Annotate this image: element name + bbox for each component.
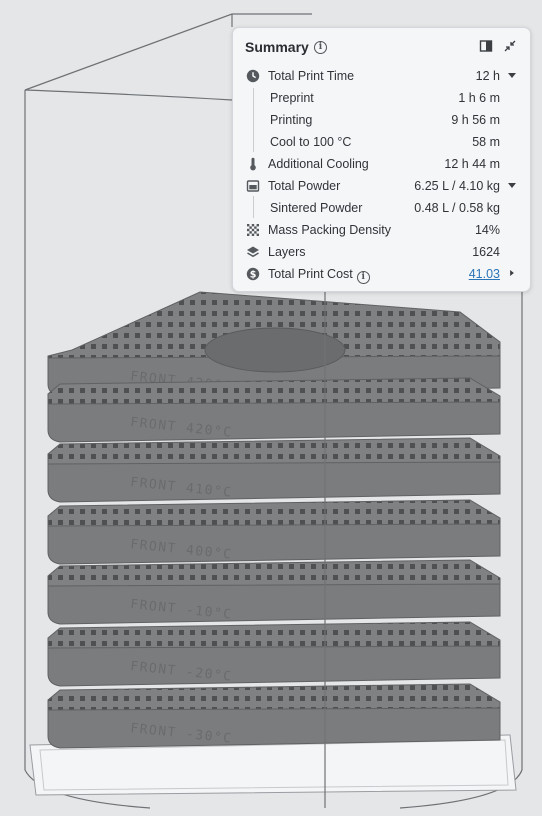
mass-packing-density-row: Mass Packing Density 14% [233, 219, 530, 241]
additional-cooling-label: Additional Cooling [268, 157, 369, 171]
printing-row: Printing 9 h 56 m [233, 109, 530, 131]
sintered-powder-value: 0.48 L / 0.58 kg [414, 201, 500, 215]
layers-row: Layers 1624 [233, 241, 530, 263]
part-top-face [47, 683, 501, 711]
part-center-hole [204, 327, 346, 373]
total-print-time-label: Total Print Time [268, 69, 355, 83]
part-top-face [47, 437, 501, 465]
preprint-label: Preprint [270, 91, 314, 105]
chevron-down-icon[interactable] [508, 183, 516, 189]
cool-value: 58 m [472, 135, 500, 149]
part-top-face [47, 621, 501, 649]
sintered-powder-row: Sintered Powder 0.48 L / 0.58 kg [233, 197, 530, 219]
collapse-icon[interactable] [503, 39, 517, 53]
part-side-face [47, 645, 501, 687]
info-icon[interactable]: i [356, 271, 370, 284]
printing-value: 9 h 56 m [451, 113, 500, 127]
additional-cooling-value: 12 h 44 m [444, 157, 500, 171]
cool-label: Cool to 100 °C [270, 135, 352, 149]
total-powder-label: Total Powder [268, 179, 341, 193]
wire-edge [24, 89, 233, 101]
chevron-right-icon[interactable] [508, 270, 516, 276]
layers-value: 1624 [472, 245, 500, 259]
print-part[interactable]: FRONT -20°C [47, 621, 501, 687]
preprint-value: 1 h 6 m [458, 91, 500, 105]
total-print-cost-label: Total Print Cost i [268, 267, 370, 284]
total-powder-value: 6.25 L / 4.10 kg [414, 179, 500, 193]
info-icon[interactable]: i [314, 41, 327, 54]
print-part[interactable]: FRONT -10°C [47, 559, 501, 625]
part-side-face [47, 401, 501, 443]
total-print-time-row[interactable]: Total Print Time 12 h [233, 65, 530, 87]
part-side-face [47, 583, 501, 625]
print-part[interactable]: FRONT 400°C [47, 499, 501, 565]
total-print-cost-label-text: Total Print Cost [268, 267, 353, 281]
mass-packing-density-value: 14% [474, 223, 500, 237]
part-side-face [47, 523, 501, 565]
layers-label: Layers [268, 245, 306, 259]
powder-icon [246, 180, 260, 192]
layers-icon [247, 246, 259, 258]
part-top-face [47, 499, 501, 527]
preprint-row: Preprint 1 h 6 m [233, 87, 530, 109]
dock-panel-icon[interactable] [479, 39, 493, 53]
part-top-face [47, 559, 501, 587]
total-powder-row[interactable]: Total Powder 6.25 L / 4.10 kg [233, 175, 530, 197]
total-print-time-value: 12 h [475, 69, 500, 83]
summary-title: Summary [245, 39, 309, 55]
summary-panel: Summary i Total Print Time 12 h Preprint… [232, 27, 531, 292]
cost-icon: $ [246, 267, 260, 281]
parts-stack: FRONT 430°CFRONT 420°CFRONT 410°CFRONT 4… [47, 291, 501, 749]
additional-cooling-row: Additional Cooling 12 h 44 m [233, 153, 530, 175]
print-part[interactable]: FRONT 410°C [47, 437, 501, 503]
printing-label: Printing [270, 113, 313, 127]
chevron-down-icon[interactable] [508, 73, 516, 79]
mass-packing-density-label: Mass Packing Density [268, 223, 391, 237]
clock-icon [246, 69, 260, 83]
cool-row: Cool to 100 °C 58 m [233, 131, 530, 153]
total-print-cost-row[interactable]: $ Total Print Cost i 41.03 [233, 263, 530, 285]
sintered-powder-label: Sintered Powder [270, 201, 363, 215]
svg-text:$: $ [250, 270, 257, 281]
summary-header: Summary i [233, 28, 530, 66]
part-side-face [47, 461, 501, 503]
total-print-cost-link[interactable]: 41.03 [469, 267, 500, 281]
print-part[interactable]: FRONT -30°C [47, 683, 501, 749]
density-icon [247, 224, 259, 236]
print-part[interactable]: FRONT 420°C [47, 377, 501, 443]
thermometer-icon [250, 157, 256, 171]
